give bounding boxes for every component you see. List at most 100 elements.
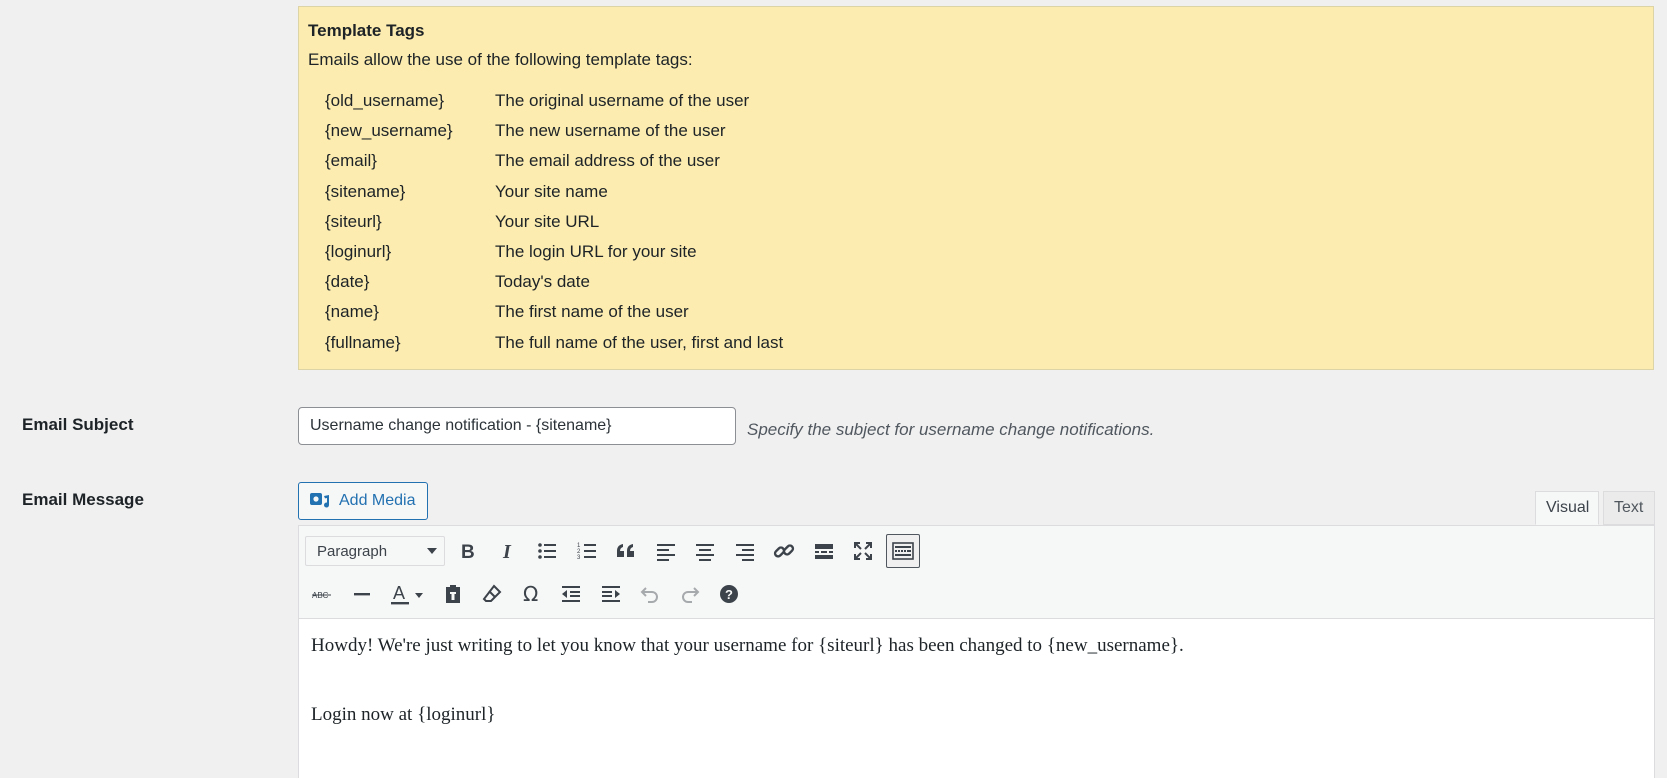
redo-icon (681, 587, 699, 603)
indent-icon (601, 586, 620, 602)
redo-button[interactable] (673, 577, 707, 611)
fullscreen-button[interactable] (846, 534, 880, 568)
editor-toolbar: Paragraph B I 123 ABC A Ω ? (299, 526, 1654, 619)
tag-description: The new username of the user (495, 121, 726, 141)
numbered-list-icon: 123 (577, 543, 596, 561)
media-icon (310, 493, 330, 508)
clipboard-icon (445, 585, 460, 603)
message-paragraph: Login now at {loginurl} (311, 704, 496, 725)
email-message-editor: Paragraph B I 123 ABC A Ω ? Howdy! We're… (298, 525, 1655, 778)
blockquote-button[interactable] (609, 534, 643, 568)
tag-code: {old_username} (325, 91, 445, 111)
svg-text:B: B (461, 542, 475, 562)
tag-code: {loginurl} (325, 242, 392, 262)
align-left-icon (656, 544, 675, 561)
read-more-icon (814, 544, 833, 559)
email-subject-description: Specify the subject for username change … (747, 420, 1155, 439)
tag-description: The login URL for your site (495, 242, 697, 262)
tag-description: The email address of the user (495, 151, 720, 171)
fullscreen-icon (854, 542, 872, 560)
format-select-value: Paragraph (317, 542, 388, 560)
list-item: {date} Today's date (308, 267, 1644, 297)
format-select[interactable]: Paragraph (305, 536, 445, 566)
keyboard-icon (891, 542, 914, 560)
tag-description: Today's date (495, 272, 590, 292)
tag-code: {date} (325, 272, 370, 292)
paste-text-button[interactable] (436, 577, 470, 611)
toolbar-toggle-button[interactable] (885, 534, 920, 568)
tag-code: {name} (325, 302, 379, 322)
bold-icon: B (461, 542, 475, 562)
bold-button[interactable]: B (451, 534, 485, 568)
list-item: {email} The email address of the user (308, 146, 1644, 176)
undo-button[interactable] (633, 577, 667, 611)
tag-code: {sitename} (325, 181, 406, 201)
list-item: {name} The first name of the user (308, 297, 1644, 327)
list-item: {siteurl} Your site URL (308, 207, 1644, 237)
horizontal-line-icon (353, 593, 370, 596)
list-item: {old_username} The original username of t… (308, 86, 1644, 116)
tab-visual[interactable]: Visual (1535, 491, 1599, 525)
link-icon (773, 544, 795, 558)
svg-text:?: ? (725, 587, 733, 602)
keyboard-shortcuts-button[interactable]: ? (712, 577, 746, 611)
text-color-icon: A (391, 583, 423, 605)
strikethrough-icon: ABC (312, 591, 331, 600)
email-subject-input[interactable] (298, 407, 736, 445)
toolbar-row-2: ABC A Ω ? (305, 577, 752, 611)
tag-description: The original username of the user (495, 91, 750, 111)
special-character-button[interactable]: Ω (515, 577, 549, 611)
horizontal-line-button[interactable] (345, 577, 379, 611)
tab-text[interactable]: Text (1603, 491, 1655, 525)
text-color-button[interactable]: A (384, 577, 430, 611)
toolbar-row-1: Paragraph B I 123 (305, 534, 925, 568)
message-paragraph: Howdy! We're just writing to let you kno… (311, 635, 1184, 656)
omega-icon: Ω (523, 583, 538, 605)
list-item: {sitename} Your site name (308, 177, 1644, 207)
template-tags-title: Template Tags (308, 21, 425, 40)
add-media-label: Add Media (339, 492, 416, 509)
svg-text:3: 3 (577, 555, 581, 561)
indent-button[interactable] (594, 577, 628, 611)
svg-text:I: I (502, 541, 512, 562)
list-item: {new_username} The new username of the us… (308, 116, 1644, 146)
italic-button[interactable]: I (491, 534, 525, 568)
numbered-list-button[interactable]: 123 (570, 534, 604, 568)
insert-link-button[interactable] (767, 534, 801, 568)
align-right-button[interactable] (728, 534, 762, 568)
template-tags-notice: Template Tags Emails allow the use of th… (298, 6, 1654, 370)
svg-text:Ω: Ω (523, 583, 538, 605)
tag-description: Your site URL (495, 211, 600, 231)
tag-code: {siteurl} (325, 211, 382, 231)
caret-down-icon (427, 548, 437, 554)
add-media-button[interactable]: Add Media (298, 482, 428, 520)
list-item: {fullname} The full name of the user, fir… (308, 328, 1644, 358)
tag-code: {new_username} (325, 121, 453, 141)
email-subject-label: Email Subject (22, 415, 134, 434)
tag-code: {fullname} (325, 332, 401, 352)
template-tags-intro: Emails allow the use of the following te… (308, 50, 693, 69)
bullet-list-icon (538, 543, 556, 559)
align-right-icon (735, 544, 754, 561)
clear-formatting-button[interactable] (475, 577, 509, 611)
align-left-button[interactable] (649, 534, 683, 568)
align-center-button[interactable] (688, 534, 722, 568)
help-icon: ? (720, 585, 738, 603)
quote-icon (617, 544, 634, 557)
template-tags-list: {old_username} The original username of t… (308, 86, 1644, 358)
outdent-button[interactable] (554, 577, 588, 611)
outdent-icon (562, 586, 580, 602)
undo-icon (640, 587, 658, 603)
read-more-button[interactable] (807, 534, 841, 568)
align-center-icon (696, 544, 714, 561)
list-item: {loginurl} The login URL for your site (308, 237, 1644, 267)
tag-description: Your site name (495, 181, 608, 201)
editor-content[interactable]: Howdy! We're just writing to let you kno… (299, 619, 1654, 778)
svg-text:A: A (393, 583, 405, 603)
italic-icon: I (502, 541, 512, 562)
tag-description: The full name of the user, first and las… (495, 332, 784, 352)
eraser-icon (482, 584, 502, 602)
tag-code: {email} (325, 151, 377, 171)
strikethrough-button[interactable]: ABC (305, 577, 339, 611)
bullet-list-button[interactable] (530, 534, 564, 568)
